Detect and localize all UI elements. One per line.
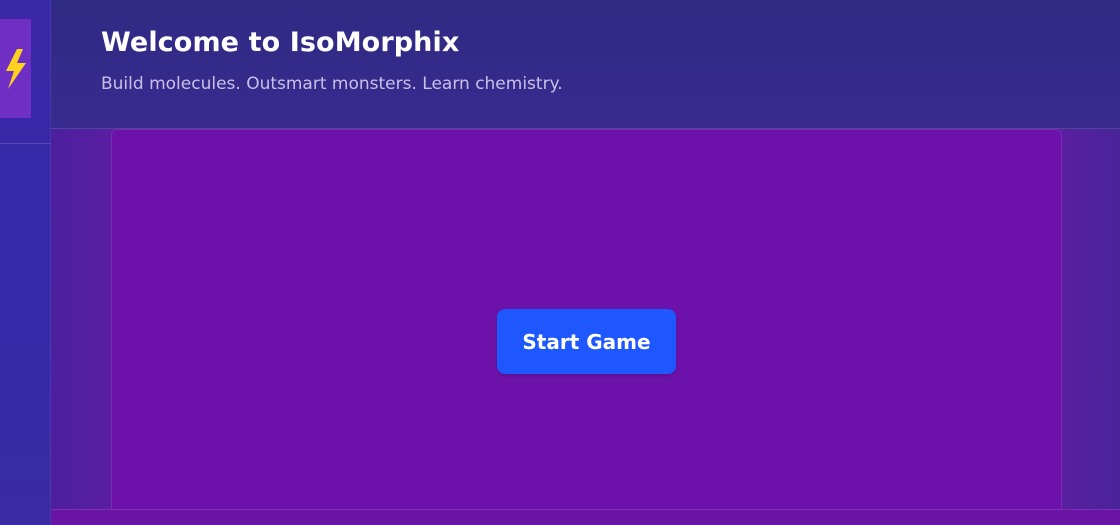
header: Welcome to IsoMorphix Build molecules. O… (51, 0, 1120, 129)
page-subtitle: Build molecules. Outsmart monsters. Lear… (101, 74, 563, 94)
start-game-button[interactable]: Start Game (497, 309, 676, 374)
sidebar-divider (0, 143, 51, 144)
game-canvas[interactable]: Start Game (111, 129, 1062, 525)
main-area: Start Game (51, 129, 1120, 525)
footer-strip (51, 509, 1120, 525)
page-title: Welcome to IsoMorphix (101, 27, 460, 58)
sidebar (0, 0, 51, 525)
lightning-bolt-icon (3, 48, 29, 89)
sidebar-logo[interactable] (0, 19, 31, 118)
